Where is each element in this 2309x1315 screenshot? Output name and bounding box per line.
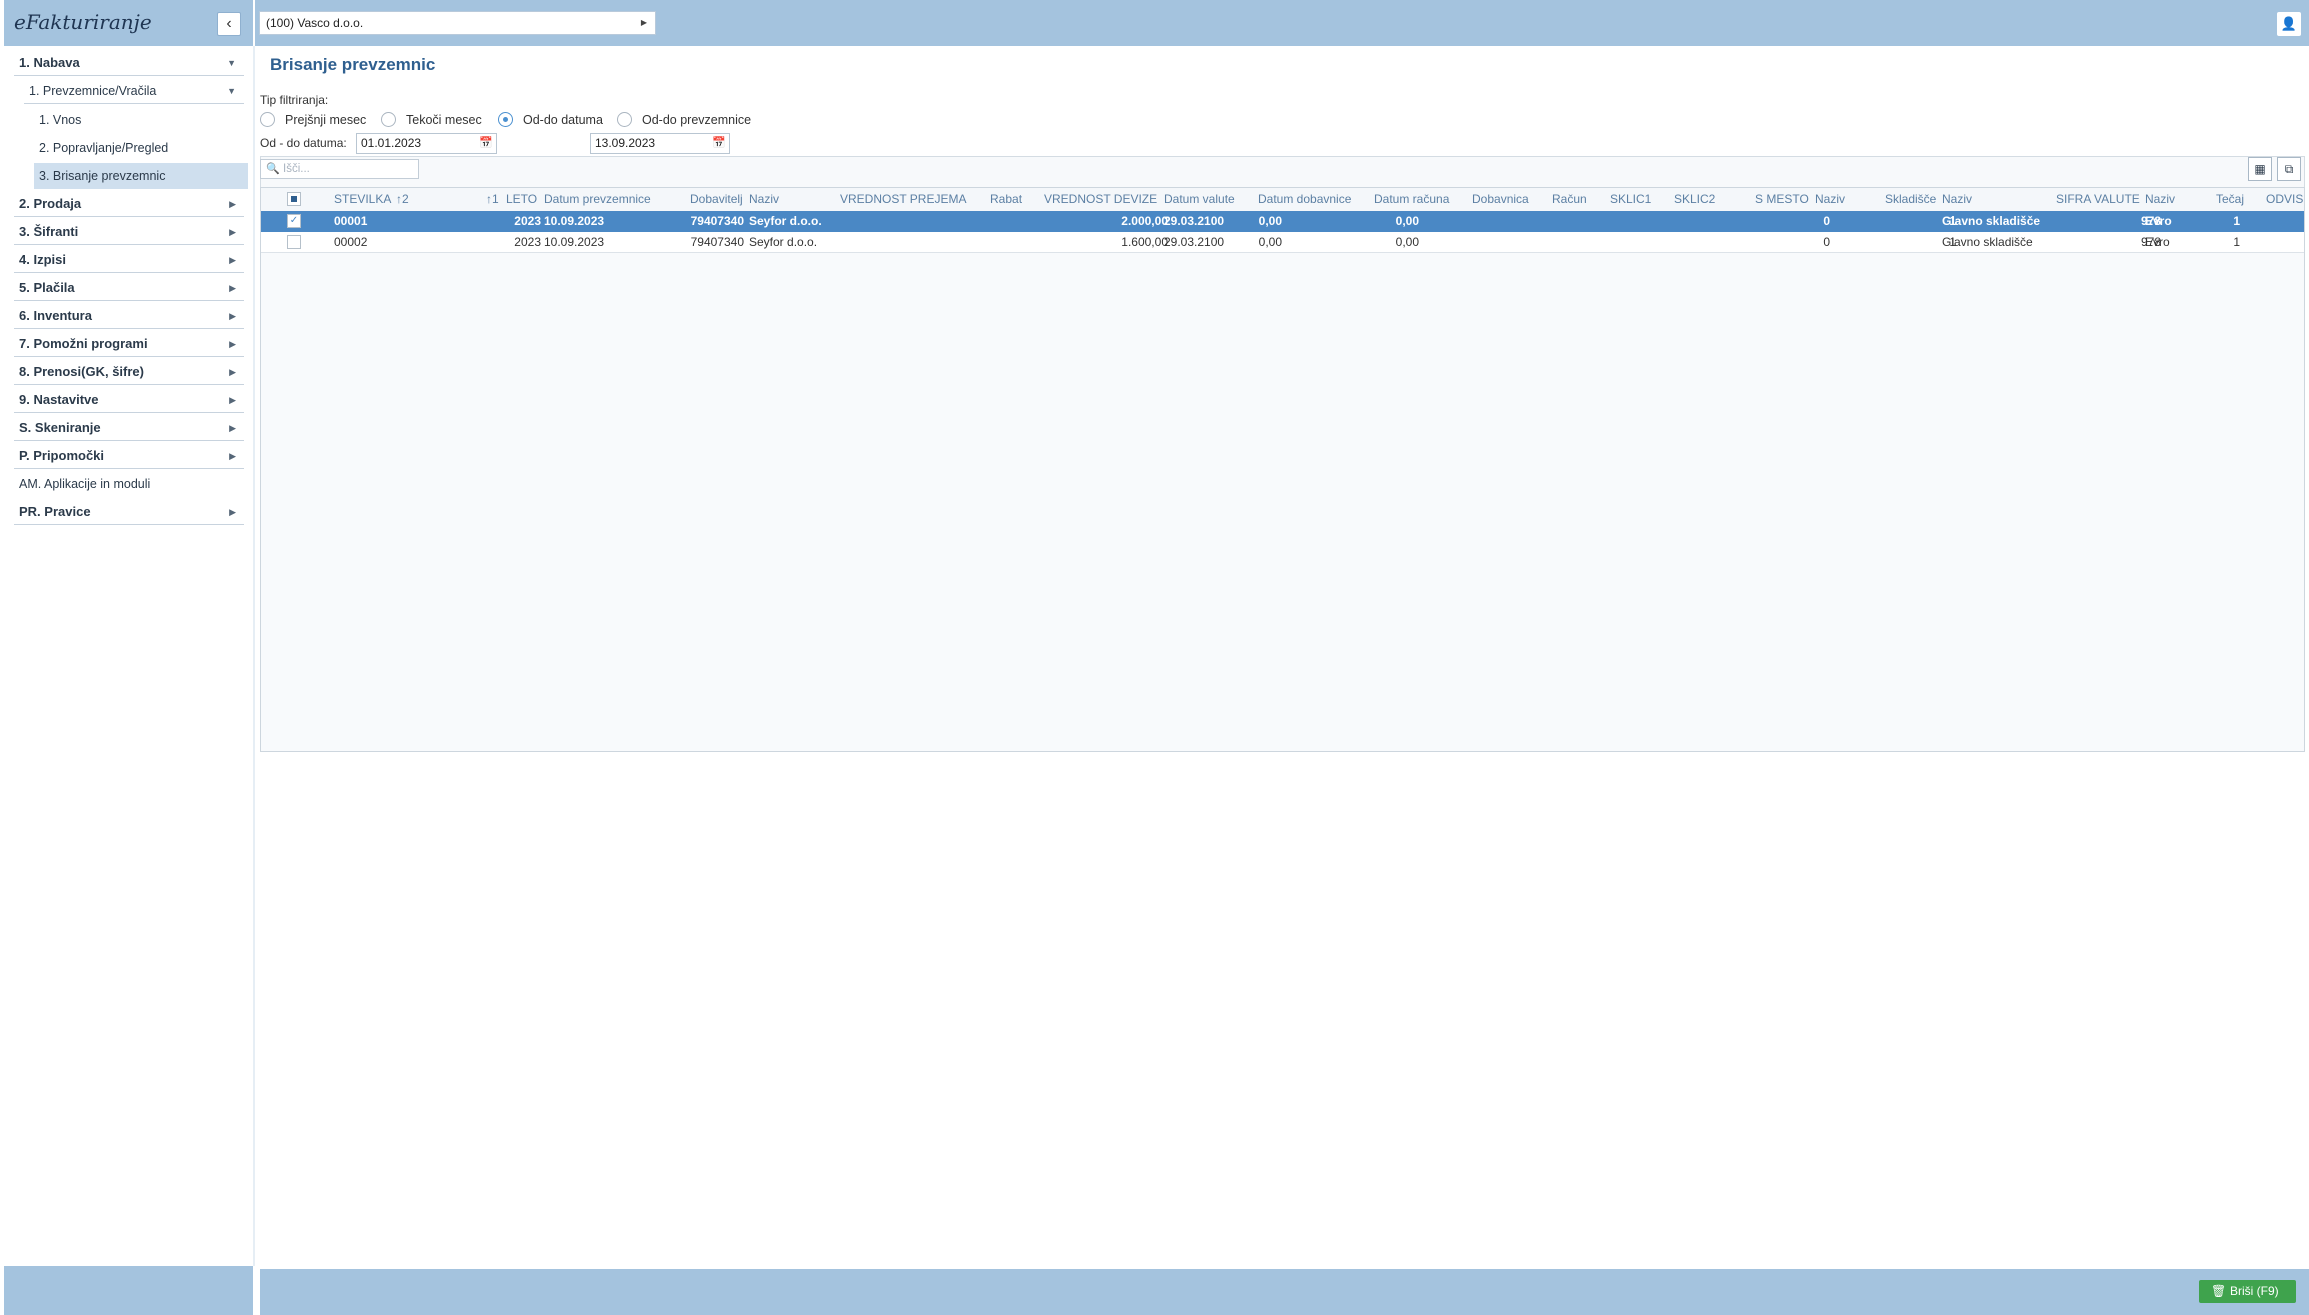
date-range-label: Od - do datuma:	[260, 136, 347, 150]
col-datum-racuna[interactable]: Datum računa	[1374, 192, 1449, 206]
export-button[interactable]: ⧉	[2277, 157, 2301, 181]
page-title: Brisanje prevzemnic	[270, 55, 436, 74]
col-naziv-4[interactable]: Naziv	[2145, 192, 2175, 206]
caret-right-icon: ▶	[229, 199, 236, 209]
sort-2-icon: ↑2	[396, 192, 409, 206]
sidebar-item-nastavitve[interactable]: 9. Nastavitve ▶	[14, 389, 244, 413]
col-naziv-3[interactable]: Naziv	[1942, 192, 1972, 206]
caret-down-icon: ▼	[227, 58, 236, 68]
sidebar-item-skeniranje[interactable]: S. Skeniranje ▶	[14, 417, 244, 441]
col-tecaj[interactable]: Tečaj	[2216, 192, 2244, 206]
radio-circle	[617, 112, 632, 127]
sidebar-item-izpisi[interactable]: 4. Izpisi ▶	[14, 249, 244, 273]
radio-circle	[260, 112, 275, 127]
col-rabat[interactable]: Rabat	[990, 192, 1022, 206]
calendar-icon[interactable]: 📅	[479, 134, 493, 153]
grid-icon: ▦	[2254, 162, 2266, 176]
caret-right-icon: ▶	[229, 311, 236, 321]
sidebar-item-pravice[interactable]: PR. Pravice ▶	[14, 501, 244, 525]
sidebar-item-pripomocki[interactable]: P. Pripomočki ▶	[14, 445, 244, 469]
sidebar-item-pomozni[interactable]: 7. Pomožni programi ▶	[14, 333, 244, 357]
search-icon: 🔍	[266, 163, 280, 175]
user-button[interactable]: 👤	[2277, 12, 2301, 36]
col-dobavnica[interactable]: Dobavnica	[1472, 192, 1529, 206]
col-sklic2[interactable]: SKLIC2	[1674, 192, 1715, 206]
table-row[interactable]: 00002 2023 10.09.2023 79407340 Seyfor d.…	[261, 232, 2304, 253]
caret-right-icon: ▶	[229, 255, 236, 265]
sidebar-item-prodaja[interactable]: 2. Prodaja ▶	[14, 193, 244, 217]
row-checkbox[interactable]: ✓	[287, 214, 301, 228]
chevron-left-icon: ‹	[226, 15, 232, 32]
search-input[interactable]: 🔍 Išči...	[260, 159, 419, 179]
radio-circle	[381, 112, 396, 127]
select-all-checkbox[interactable]	[287, 192, 301, 206]
company-select[interactable]: (100) Vasco d.o.o. ▶	[259, 11, 656, 35]
col-sklic1[interactable]: SKLIC1	[1610, 192, 1651, 206]
table-row[interactable]: ✓ 00001 2023 10.09.2023 79407340 Seyfor …	[261, 211, 2304, 232]
caret-right-icon: ▶	[229, 395, 236, 405]
caret-right-icon: ▶	[229, 507, 236, 517]
col-sifra-valute[interactable]: SIFRA VALUTE	[2056, 192, 2140, 206]
col-vrednost-devize[interactable]: VREDNOST DEVIZE	[1044, 192, 1157, 206]
sidebar-footer	[4, 1266, 253, 1315]
col-datum-valute[interactable]: Datum valute	[1164, 192, 1235, 206]
col-datum-prevzemnice[interactable]: Datum prevzemnice	[544, 192, 651, 206]
filter-type-label: Tip filtriranja:	[260, 93, 329, 107]
caret-right-icon: ▶	[229, 227, 236, 237]
sidebar-item-nabava[interactable]: 1. Nabava ▼	[14, 52, 244, 76]
footer-bar	[260, 1269, 2309, 1315]
sidebar-item-prevzemnice[interactable]: 1. Prevzemnice/Vračila ▼	[24, 80, 244, 104]
caret-right-icon: ▶	[229, 339, 236, 349]
sidebar-item-inventura[interactable]: 6. Inventura ▶	[14, 305, 244, 329]
col-stevilka[interactable]: STEVILKA	[334, 192, 391, 206]
col-racun[interactable]: Račun	[1552, 192, 1587, 206]
user-icon: 👤	[2280, 16, 2298, 31]
row-checkbox[interactable]	[287, 235, 301, 249]
sidebar-item-sifranti[interactable]: 3. Šifranti ▶	[14, 221, 244, 245]
sidebar-item-vnos[interactable]: 1. Vnos	[34, 107, 248, 133]
data-grid	[260, 187, 2305, 752]
caret-right-icon: ▶	[229, 367, 236, 377]
trash-icon: 🗑	[2211, 1284, 2227, 1298]
grid-layout-button[interactable]: ▦	[2248, 157, 2272, 181]
col-odvis[interactable]: ODVIS	[2266, 192, 2303, 206]
caret-right-icon: ▶	[640, 18, 647, 27]
col-s-mesto[interactable]: S MESTO	[1755, 192, 1809, 206]
col-vrednost-prejema[interactable]: VREDNOST PREJEMA	[840, 192, 966, 206]
caret-down-icon: ▼	[227, 86, 236, 96]
date-from-input[interactable]: 01.01.2023 📅	[356, 133, 497, 154]
copy-icon: ⧉	[2284, 162, 2294, 176]
sidebar-divider	[253, 46, 255, 1266]
caret-right-icon: ▶	[229, 283, 236, 293]
delete-button[interactable]: 🗑 Briši (F9)	[2199, 1280, 2296, 1303]
col-dobavitelj[interactable]: Dobavitelj	[690, 192, 743, 206]
sidebar-item-prenosi[interactable]: 8. Prenosi(GK, šifre) ▶	[14, 361, 244, 385]
col-datum-dobavnice[interactable]: Datum dobavnice	[1258, 192, 1351, 206]
col-skladisce[interactable]: Skladišče	[1885, 192, 1936, 206]
sidebar-item-popravljanje[interactable]: 2. Popravljanje/Pregled	[34, 135, 248, 161]
sidebar-item-placila[interactable]: 5. Plačila ▶	[14, 277, 244, 301]
caret-right-icon: ▶	[229, 423, 236, 433]
collapse-sidebar-button[interactable]: ‹	[217, 12, 241, 36]
col-leto[interactable]: LETO	[506, 192, 537, 206]
app-title: eFakturiranje	[14, 10, 152, 34]
caret-right-icon: ▶	[229, 451, 236, 461]
col-naziv-2[interactable]: Naziv	[1815, 192, 1845, 206]
sidebar-item-brisanje[interactable]: 3. Brisanje prevzemnic	[34, 163, 248, 189]
date-to-input[interactable]: 13.09.2023 📅	[590, 133, 730, 154]
calendar-icon[interactable]: 📅	[712, 134, 726, 153]
col-naziv[interactable]: Naziv	[749, 192, 779, 206]
sort-1-icon: ↑1	[486, 192, 499, 206]
radio-circle-checked	[498, 112, 513, 127]
sidebar-item-aplikacije[interactable]: AM. Aplikacije in moduli	[14, 473, 244, 497]
